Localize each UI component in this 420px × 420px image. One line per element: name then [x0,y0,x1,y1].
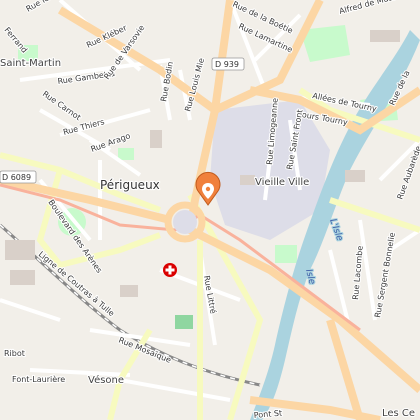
label-ribot: Ribot [4,349,25,358]
label-city: Périgueux [100,178,160,192]
label-vesone: Vésone [88,374,124,386]
map-view[interactable]: D 939 D 6089 Périgueux Vieille Ville Sai… [0,0,420,420]
label-saint-martin: Saint-Martin [0,58,61,69]
label-les-ce: Les Ce [382,408,415,419]
central-square [173,210,197,234]
label-old-town: Vieille Ville [255,177,309,188]
shield-d6089: D 6089 [0,170,37,184]
route-label-d939: D 939 [215,60,239,69]
shield-d939: D 939 [211,57,245,71]
map-canvas: D 939 D 6089 Périgueux Vieille Ville Sai… [0,0,420,420]
hospital-cross-icon[interactable] [163,263,177,277]
label-font-lauriere: Font-Laurière [12,374,65,384]
route-label-d6089: D 6089 [2,173,31,182]
